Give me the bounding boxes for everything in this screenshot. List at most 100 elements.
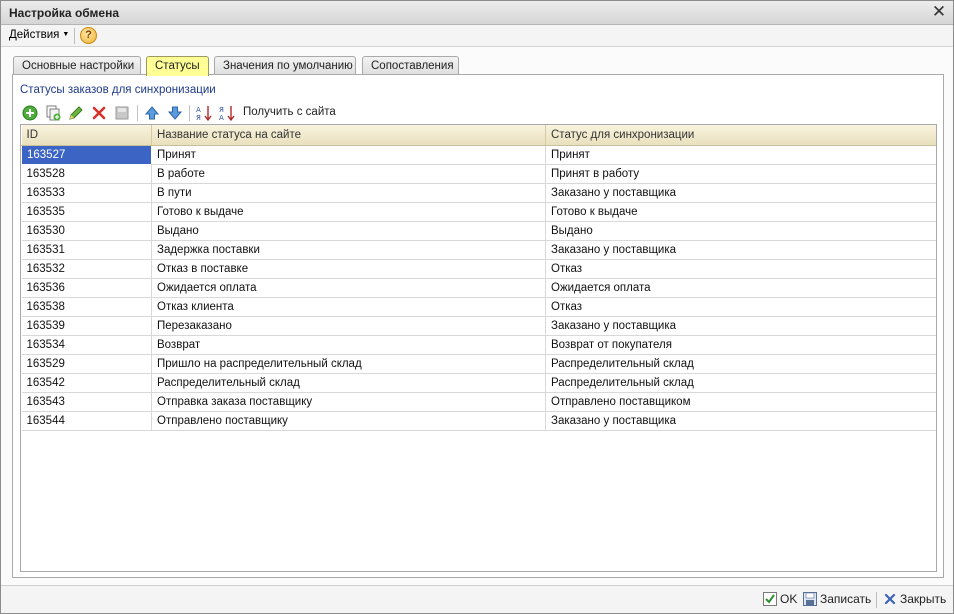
cell-id[interactable]: 163534 xyxy=(21,335,152,355)
cell-sync-status[interactable]: Распределительный склад xyxy=(545,354,936,374)
cell-id[interactable]: 163538 xyxy=(21,297,152,317)
cell-id[interactable]: 163532 xyxy=(21,259,152,279)
move-down-icon[interactable] xyxy=(166,104,184,122)
cell-id[interactable]: 163543 xyxy=(21,392,152,412)
cell-sync-status[interactable]: Принят в работу xyxy=(545,164,936,184)
ok-button[interactable]: OK xyxy=(763,592,797,608)
tab-mappings[interactable]: Сопоставления xyxy=(362,56,459,75)
cell-id[interactable]: 163530 xyxy=(21,221,152,241)
cell-id[interactable]: 163536 xyxy=(21,278,152,298)
cell-site-status[interactable]: В работе xyxy=(151,164,546,184)
svg-text:Я: Я xyxy=(219,106,224,114)
sort-descending-icon[interactable]: ЯА xyxy=(218,104,236,122)
table-row[interactable]: 163530 Выдано Выдано xyxy=(21,221,936,241)
sort-ascending-icon[interactable]: АЯ xyxy=(195,104,213,122)
help-icon[interactable]: ? xyxy=(80,27,97,44)
ok-check-icon xyxy=(763,592,777,606)
cell-sync-status[interactable]: Заказано у поставщика xyxy=(545,240,936,260)
table-row[interactable]: 163531 Задержка поставки Заказано у постав… xyxy=(21,240,936,260)
fetch-from-site-button[interactable]: Получить с сайта xyxy=(243,106,336,118)
table-row[interactable]: 163529 Пришло на распределительный склад Р… xyxy=(21,354,936,374)
chevron-down-icon: ▼ xyxy=(62,31,70,38)
cell-sync-status[interactable]: Принят xyxy=(545,145,936,165)
svg-text:А: А xyxy=(196,106,201,114)
statuses-table: ID Название статуса на сайте Статус для … xyxy=(20,124,937,572)
table-row[interactable]: 163544 Отправлено поставщику Заказано у по… xyxy=(21,411,936,431)
cell-id[interactable]: 163544 xyxy=(21,411,152,431)
cell-sync-status[interactable]: Выдано xyxy=(545,221,936,241)
cell-site-status[interactable]: Перезаказано xyxy=(151,316,546,336)
table-row[interactable]: 163534 Возврат Возврат от покупателя xyxy=(21,335,936,355)
toolbar-separator xyxy=(189,105,190,121)
cell-site-status[interactable]: Распределительный склад xyxy=(151,373,546,393)
table-row[interactable]: 163538 Отказ клиента Отказ xyxy=(21,297,936,317)
cell-id[interactable]: 163528 xyxy=(21,164,152,184)
cell-sync-status[interactable]: Готово к выдаче xyxy=(545,202,936,222)
table-row[interactable]: 163536 Ожидается оплата Ожидается оплата xyxy=(21,278,936,298)
copy-icon[interactable] xyxy=(44,104,62,122)
cell-site-status[interactable]: Отказ в поставке xyxy=(151,259,546,279)
table-row[interactable]: 163543 Отправка заказа поставщику Отправле… xyxy=(21,392,936,412)
cell-site-status[interactable]: Возврат xyxy=(151,335,546,355)
cell-id[interactable]: 163527 xyxy=(21,144,152,165)
edit-pencil-icon[interactable] xyxy=(67,104,85,122)
cell-site-status[interactable]: Отправлено поставщику xyxy=(151,411,546,431)
save-button[interactable]: Записать xyxy=(803,592,871,608)
cell-sync-status[interactable]: Распределительный склад xyxy=(545,373,936,393)
cell-site-status[interactable]: Отказ клиента xyxy=(151,297,546,317)
cell-id[interactable]: 163542 xyxy=(21,373,152,393)
cell-sync-status[interactable]: Заказано у поставщика xyxy=(545,411,936,431)
cell-sync-status[interactable]: Заказано у поставщика xyxy=(545,183,936,203)
cell-site-status[interactable]: В пути xyxy=(151,183,546,203)
delete-icon[interactable] xyxy=(90,104,108,122)
actions-menu[interactable]: Действия ▼ xyxy=(9,29,69,41)
cell-id[interactable]: 163535 xyxy=(21,202,152,222)
end-edit-icon xyxy=(113,104,131,122)
cell-id[interactable]: 163533 xyxy=(21,183,152,203)
cell-site-status[interactable]: Выдано xyxy=(151,221,546,241)
toolbar-separator xyxy=(137,105,138,121)
window-title: Настройка обмена xyxy=(9,6,119,20)
table-header-row: ID Название статуса на сайте Статус для … xyxy=(21,125,936,146)
cell-id[interactable]: 163531 xyxy=(21,240,152,260)
cell-sync-status[interactable]: Отказ xyxy=(545,297,936,317)
table-row[interactable]: 163528 В работе Принят в работу xyxy=(21,164,936,184)
save-icon xyxy=(803,592,817,606)
ok-label: OK xyxy=(780,592,798,606)
add-icon[interactable] xyxy=(21,104,39,122)
table-row[interactable]: 163532 Отказ в поставке Отказ xyxy=(21,259,936,279)
close-button[interactable]: Закрыть xyxy=(883,592,946,608)
tab-default-values[interactable]: Значения по умолчанию xyxy=(214,56,356,75)
tab-main-settings[interactable]: Основные настройки xyxy=(13,56,141,75)
table-row[interactable]: 163527 Принят Принят xyxy=(21,144,936,165)
table-row[interactable]: 163542 Распределительный склад Распределит… xyxy=(21,373,936,393)
cell-site-status[interactable]: Готово к выдаче xyxy=(151,202,546,222)
table-row[interactable]: 163539 Перезаказано Заказано у поставщика xyxy=(21,316,936,336)
menu-separator xyxy=(74,28,75,44)
save-label: Записать xyxy=(820,592,872,606)
cell-site-status[interactable]: Пришло на распределительный склад xyxy=(151,354,546,374)
table-row[interactable]: 163535 Готово к выдаче Готово к выдаче xyxy=(21,202,936,222)
statuses-panel: Статусы заказов для синхронизации А Я Я … xyxy=(12,74,944,578)
cell-sync-status[interactable]: Заказано у поставщика xyxy=(545,316,936,336)
column-header-sync-status[interactable]: Статус для синхронизации xyxy=(545,125,936,146)
cell-site-status[interactable]: Ожидается оплата xyxy=(151,278,546,298)
cell-sync-status[interactable]: Отказ xyxy=(545,259,936,279)
tab-label: Статусы xyxy=(155,60,200,72)
button-separator xyxy=(876,592,877,608)
column-header-id[interactable]: ID xyxy=(21,125,152,146)
close-icon[interactable]: ✕ xyxy=(931,3,947,21)
table-row[interactable]: 163533 В пути Заказано у поставщика xyxy=(21,183,936,203)
close-label: Закрыть xyxy=(900,592,947,606)
move-up-icon[interactable] xyxy=(143,104,161,122)
cell-sync-status[interactable]: Ожидается оплата xyxy=(545,278,936,298)
cell-site-status[interactable]: Задержка поставки xyxy=(151,240,546,260)
cell-site-status[interactable]: Принят xyxy=(151,145,546,165)
cell-id[interactable]: 163529 xyxy=(21,354,152,374)
cell-sync-status[interactable]: Отправлено поставщиком xyxy=(545,392,936,412)
cell-id[interactable]: 163539 xyxy=(21,316,152,336)
cell-sync-status[interactable]: Возврат от покупателя xyxy=(545,335,936,355)
column-header-site-status[interactable]: Название статуса на сайте xyxy=(151,125,546,146)
cell-site-status[interactable]: Отправка заказа поставщику xyxy=(151,392,546,412)
tab-statuses[interactable]: Статусы xyxy=(146,56,209,76)
